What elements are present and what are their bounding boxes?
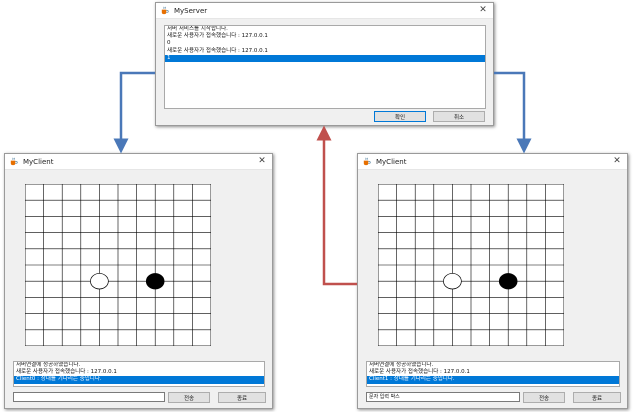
connector-arrows (113, 71, 532, 286)
arrow-server-to-left-client (113, 71, 155, 154)
arrow-server-to-right-client (494, 71, 532, 154)
arrow-right-client-to-server (316, 125, 357, 286)
